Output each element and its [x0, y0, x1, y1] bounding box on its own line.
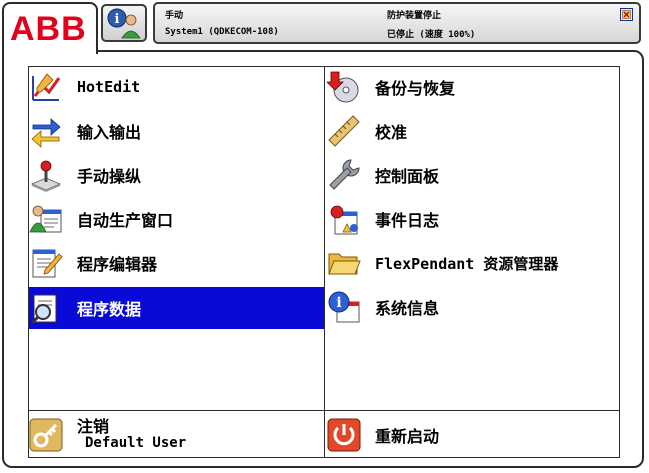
- operating-mode: 手动: [165, 11, 184, 21]
- restart-button[interactable]: 重新启动: [325, 413, 619, 457]
- program-editor-icon: [32, 249, 63, 278]
- menu-item-production-window[interactable]: 自动生产窗口: [29, 199, 324, 239]
- quickset-info-button[interactable]: i: [101, 4, 147, 42]
- system-name: System1 (QDKECOM-108): [165, 27, 279, 37]
- ruler-icon: [328, 115, 360, 147]
- menu-item-label: 输入输出: [77, 123, 142, 142]
- svg-text:i: i: [115, 12, 120, 27]
- menu-item-label: 自动生产窗口: [77, 211, 174, 230]
- folder-icon: [328, 253, 361, 275]
- menu-item-hotedit[interactable]: HotEdit: [29, 67, 324, 107]
- auto-production-icon: [29, 205, 62, 233]
- close-button[interactable]: [620, 8, 633, 21]
- menu-item-label: 程序数据: [77, 300, 142, 319]
- hotedit-icon: [32, 73, 61, 101]
- menu-item-control-panel[interactable]: 控制面板: [325, 155, 619, 195]
- menu-item-event-log[interactable]: 事件日志: [325, 199, 619, 239]
- restart-label: 重新启动: [375, 427, 440, 446]
- motor-state: 已停止 (速度 100%): [387, 30, 476, 40]
- abb-logo: ABB: [10, 10, 87, 48]
- menu-item-jogging[interactable]: 手动操纵: [29, 155, 324, 195]
- logoff-label-group: 注销 Default User: [77, 418, 186, 452]
- backup-restore-icon: [327, 71, 359, 103]
- menu-item-label: 程序编辑器: [77, 255, 158, 274]
- abb-menu: HotEdit 输入输出 手动操纵 自动生产窗口 程序编辑器 程序数据 注销 D…: [28, 66, 620, 458]
- menu-item-calibration[interactable]: 校准: [325, 111, 619, 151]
- power-icon: [327, 418, 361, 452]
- menu-item-flexpendant-explorer[interactable]: FlexPendant 资源管理器: [325, 243, 619, 283]
- program-data-icon: [30, 294, 57, 325]
- menu-item-io[interactable]: 输入输出: [29, 111, 324, 151]
- key-icon: [29, 418, 63, 452]
- menu-item-label: HotEdit: [77, 78, 141, 96]
- menu-item-label: 控制面板: [375, 167, 440, 186]
- io-arrows-icon: [31, 118, 61, 148]
- menu-item-label: 手动操纵: [77, 167, 142, 186]
- menu-item-label: 校准: [375, 123, 408, 142]
- menu-item-label: 系统信息: [375, 299, 440, 318]
- menu-item-program-data[interactable]: 程序数据: [29, 287, 324, 329]
- event-log-icon: [330, 205, 358, 235]
- menu-item-label: 备份与恢复: [375, 79, 456, 98]
- info-icon: i: [328, 291, 360, 323]
- user-info-icon: i: [107, 8, 141, 39]
- menu-item-backup-restore[interactable]: 备份与恢复: [325, 67, 619, 107]
- close-icon: [622, 10, 631, 19]
- menu-item-system-info[interactable]: i 系统信息: [325, 287, 619, 327]
- current-user-label: Default User: [85, 435, 187, 451]
- wrench-icon: [329, 159, 360, 190]
- footer-divider: [29, 410, 619, 411]
- logoff-button[interactable]: 注销 Default User: [29, 413, 324, 457]
- menu-item-label: 事件日志: [375, 211, 440, 230]
- logoff-label: 注销: [77, 417, 110, 436]
- safety-state: 防护装置停止: [387, 11, 442, 21]
- status-bar: 手动 System1 (QDKECOM-108) 防护装置停止 已停止 (速度 …: [153, 2, 641, 44]
- top-bar: ABB i 手动 System1 (QDKECOM-108) 防护装置停止 已停…: [0, 0, 649, 56]
- abb-menu-tab[interactable]: ABB: [2, 2, 98, 54]
- joystick-icon: [30, 160, 62, 192]
- svg-text:i: i: [336, 295, 341, 311]
- menu-item-program-editor[interactable]: 程序编辑器: [29, 243, 324, 283]
- menu-item-label: FlexPendant 资源管理器: [375, 254, 559, 273]
